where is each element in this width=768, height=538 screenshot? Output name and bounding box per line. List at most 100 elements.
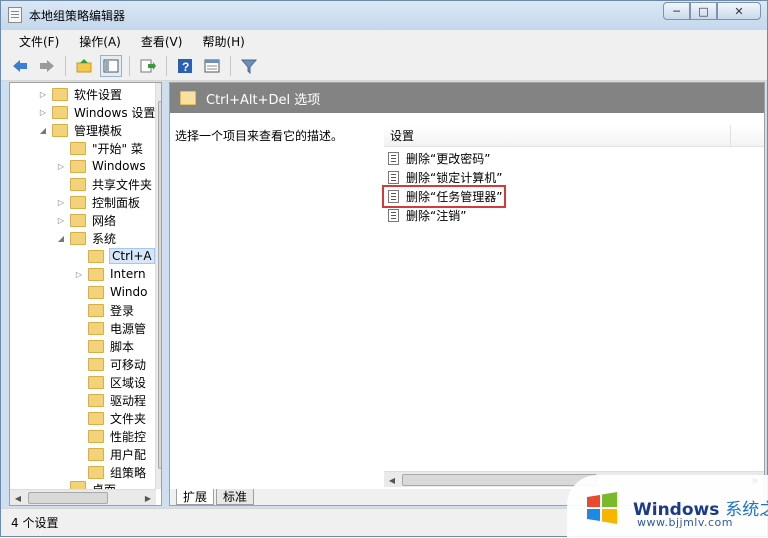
expand-icon[interactable]: ▷ (38, 108, 48, 117)
scroll-thumb[interactable] (158, 101, 161, 469)
tree-horizontal-scrollbar[interactable]: ◀ ▶ (10, 489, 156, 505)
watermark-url: www.bjjmlv.com (637, 516, 733, 529)
tree-item-start-menu[interactable]: "开始" 菜 (56, 139, 143, 157)
tab-standard[interactable]: 标准 (216, 489, 255, 505)
folder-icon (70, 141, 86, 155)
tree-vertical-scrollbar[interactable]: ▲ ▼ (155, 83, 162, 489)
tree-item-performance[interactable]: 性能控 (74, 427, 146, 445)
scroll-thumb[interactable] (28, 492, 108, 504)
details-header: Ctrl+Alt+Del 选项 (170, 83, 764, 113)
folder-icon (88, 393, 104, 407)
tree-item-system[interactable]: ◢ 系统 (56, 229, 116, 247)
tree-item-folder-redirect[interactable]: 文件夹 (74, 409, 146, 427)
filter-icon[interactable] (238, 55, 260, 77)
forward-icon[interactable] (36, 55, 58, 77)
back-icon[interactable] (9, 55, 31, 77)
folder-icon (70, 231, 86, 245)
folder-icon (52, 105, 68, 119)
folder-icon (52, 123, 68, 137)
list-item-remove-change-password[interactable]: 删除“更改密码” (384, 149, 490, 168)
tab-extended[interactable]: 扩展 (176, 489, 215, 505)
tree-item-scripts[interactable]: 脚本 (74, 337, 134, 355)
show-tree-icon[interactable] (100, 54, 122, 77)
tree-item-windows-file[interactable]: Windo (74, 283, 148, 301)
collapse-icon[interactable]: ◢ (38, 126, 48, 135)
tree-item-drivers[interactable]: 驱动程 (74, 391, 146, 409)
close-button[interactable]: ✕ (717, 2, 761, 20)
tree-item-desktop[interactable]: 桌面 (56, 481, 116, 489)
folder-icon (88, 447, 104, 461)
minimize-button[interactable]: ─ (663, 2, 690, 20)
policy-setting-icon (388, 190, 399, 203)
svg-text:?: ? (182, 60, 189, 74)
menu-bar: 文件(F) 操作(A) 查看(V) 帮助(H) (1, 30, 767, 51)
tree-item-user-profiles[interactable]: 用户配 (74, 445, 146, 463)
folder-icon (88, 267, 104, 281)
folder-icon (88, 249, 104, 263)
tree-item-power[interactable]: 电源管 (74, 319, 146, 337)
help-icon[interactable]: ? (174, 55, 196, 77)
export-icon[interactable] (137, 55, 159, 77)
tree-item-locale[interactable]: 区域设 (74, 373, 146, 391)
up-folder-icon[interactable] (73, 55, 95, 77)
tree-item-shared-folders[interactable]: 共享文件夹 (56, 175, 152, 193)
column-divider[interactable] (730, 125, 731, 147)
menu-action[interactable]: 操作(A) (69, 30, 131, 51)
expand-icon[interactable]: ▷ (38, 90, 48, 99)
menu-help[interactable]: 帮助(H) (192, 30, 254, 51)
list-item-remove-task-manager[interactable]: 删除“任务管理器” (382, 185, 506, 208)
tree-item-removable[interactable]: 可移动 (74, 355, 146, 373)
menu-file[interactable]: 文件(F) (9, 30, 69, 51)
properties-icon[interactable] (201, 55, 223, 77)
folder-icon (88, 375, 104, 389)
toolbar-separator (166, 55, 167, 76)
window-controls: ─ □ ✕ (663, 2, 761, 20)
window: 本地组策略编辑器 ─ □ ✕ 文件(F) 操作(A) 查看(V) 帮助(H) ?… (0, 0, 768, 538)
scroll-left-icon[interactable]: ◀ (384, 472, 400, 488)
tree-item-group-policy[interactable]: 组策略 (74, 463, 146, 481)
policy-setting-icon (388, 209, 399, 222)
list-item-remove-logoff[interactable]: 删除“注销” (384, 206, 466, 225)
expand-icon[interactable]: ▷ (56, 198, 66, 207)
tree-item-ctrl-alt-del[interactable]: Ctrl+A (74, 247, 155, 265)
folder-icon (88, 339, 104, 353)
expand-icon[interactable]: ▷ (74, 270, 84, 279)
details-pane: Ctrl+Alt+Del 选项 选择一个项目来查看它的描述。 设置 删除“更改密… (169, 82, 765, 506)
folder-icon (88, 429, 104, 443)
scroll-up-icon[interactable]: ▲ (156, 83, 162, 99)
collapse-icon[interactable]: ◢ (56, 234, 66, 243)
tree-item-internet[interactable]: ▷ Intern (74, 265, 146, 283)
watermark: Windows 系统之家 www.bjjmlv.com (567, 475, 768, 538)
toolbar-separator (230, 55, 231, 76)
folder-icon (88, 321, 104, 335)
scroll-thumb[interactable] (402, 474, 597, 486)
scroll-right-icon[interactable]: ▶ (140, 490, 156, 505)
folder-icon (88, 411, 104, 425)
tree-item-admin-templates[interactable]: ◢ 管理模板 (38, 121, 122, 139)
tree-item-logon[interactable]: 登录 (74, 301, 134, 319)
tree-item-network[interactable]: ▷ 网络 (56, 211, 116, 229)
folder-icon (88, 465, 104, 479)
maximize-button[interactable]: □ (690, 2, 717, 20)
list-item-remove-lock-computer[interactable]: 删除“锁定计算机” (384, 168, 502, 187)
tree-item-windows-settings[interactable]: ▷ Windows 设置 (38, 103, 155, 121)
folder-icon (180, 91, 196, 105)
expand-icon[interactable]: ▷ (56, 216, 66, 225)
folder-icon (70, 177, 86, 191)
folder-icon (70, 481, 86, 489)
tree-pane: ▷ 软件设置 ▷ Windows 设置 ◢ 管理模板 "开始" 菜 ▷ Windows … (9, 82, 162, 506)
menu-view[interactable]: 查看(V) (131, 30, 193, 51)
description-text: 选择一个项目来查看它的描述。 (175, 129, 344, 143)
scroll-left-icon[interactable]: ◀ (10, 490, 26, 505)
column-header-setting[interactable]: 设置 (384, 125, 764, 147)
tree-item-windows-components[interactable]: ▷ Windows (56, 157, 146, 175)
status-text: 4 个设置 (11, 516, 59, 530)
folder-icon (88, 357, 104, 371)
policy-setting-icon (388, 171, 399, 184)
folder-icon (88, 303, 104, 317)
tree-item-software-settings[interactable]: ▷ 软件设置 (38, 85, 122, 103)
scroll-down-icon[interactable]: ▼ (156, 473, 162, 489)
expand-icon[interactable]: ▷ (56, 162, 66, 171)
tree-item-control-panel[interactable]: ▷ 控制面板 (56, 193, 140, 211)
details-title: Ctrl+Alt+Del 选项 (206, 92, 321, 108)
